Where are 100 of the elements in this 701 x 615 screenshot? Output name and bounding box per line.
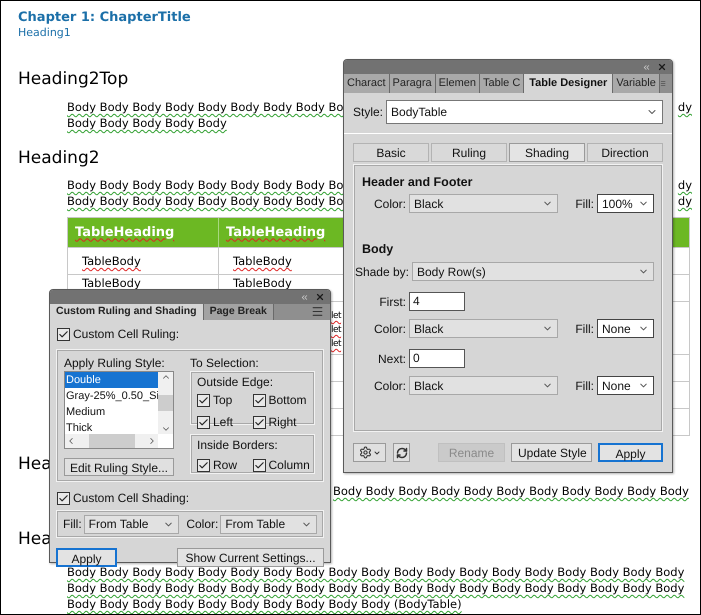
edge-checkbox[interactable]: Bottom: [252, 391, 308, 409]
fill-dropdown[interactable]: 100%: [597, 194, 654, 213]
table-header-cell: TableHeading: [68, 218, 219, 247]
panel-tab[interactable]: Table Designer: [524, 74, 614, 93]
number-field[interactable]: 4: [409, 292, 465, 311]
ruling-style-list[interactable]: Double Gray-25%_0.50_Si Medium Thick: [64, 371, 174, 449]
table-cell-text: TableBody: [233, 253, 293, 269]
field-label: Fill:: [575, 320, 594, 338]
border-checkbox[interactable]: Row: [197, 456, 252, 474]
section-title: Header and Footer: [362, 175, 472, 189]
number-field[interactable]: 0: [409, 349, 465, 368]
panel-tab[interactable]: Table C: [480, 74, 524, 93]
table-cell-text: let: [331, 325, 342, 335]
field-label: Color:: [372, 196, 407, 212]
close-icon[interactable]: [657, 62, 667, 72]
heading-one: Heading1: [18, 26, 72, 40]
body-text: Body Body Body Body Body Body Body Body Bo: [67, 99, 344, 115]
panel-button[interactable]: Apply: [598, 443, 663, 462]
custom-cell-ruling-checkbox[interactable]: Custom Cell Ruling:: [57, 325, 323, 343]
table-cell: TableBody: [82, 253, 141, 269]
color-dropdown[interactable]: Black: [409, 319, 558, 338]
color-dropdown[interactable]: From Table: [220, 514, 317, 534]
outside-edge-label: Outside Edge:: [197, 375, 274, 389]
edge-checkbox[interactable]: Left: [197, 413, 252, 431]
ruling-style-label: Apply Ruling Style:: [64, 355, 166, 369]
panel-tab[interactable]: Paragra: [390, 74, 436, 93]
menu-icon[interactable]: [311, 305, 324, 318]
body-text: Body Body Body Body Body Body Body Body Body Body (BodyTable): [67, 596, 462, 612]
panel-tab[interactable]: Variable: [613, 74, 660, 93]
fill-dropdown[interactable]: From Table: [84, 514, 180, 534]
close-icon[interactable]: [315, 292, 325, 302]
checkmark-icon: [198, 416, 209, 428]
field-label: Color:: [186, 516, 218, 533]
checkmark-icon: [58, 328, 69, 340]
section-tab[interactable]: Direction: [587, 143, 663, 162]
field-label: First:: [378, 294, 407, 310]
gear-icon: [358, 446, 372, 459]
body-text: Body Body Body Body Body Body Body Body Body Body Body Body Body Body Body Body Body Body Body: [67, 565, 684, 580]
to-selection-label: To Selection:: [190, 355, 260, 369]
panel-tab[interactable]: Charact: [344, 74, 390, 93]
checkmark-icon: [198, 460, 209, 470]
edge-checkbox[interactable]: Top: [197, 391, 252, 409]
body-text: Body Body Body Body Body Body Body Body Bo: [67, 193, 344, 209]
caret-icon: [372, 448, 380, 456]
fill-dropdown[interactable]: None: [597, 319, 654, 338]
color-dropdown[interactable]: Black: [409, 376, 558, 395]
section-tab[interactable]: Basic: [353, 143, 429, 162]
body-text: dy: [678, 177, 692, 193]
edge-checkbox[interactable]: Right: [252, 413, 308, 431]
checkmark-icon: [254, 416, 264, 428]
ruling-style-item[interactable]: Medium: [65, 404, 158, 420]
table-cell-text: let: [331, 339, 342, 349]
ruling-style-item[interactable]: Thick: [65, 420, 158, 434]
body-text: Body Body Body Body Body: [67, 115, 227, 131]
panel-button[interactable]: Update Style: [511, 443, 592, 462]
collapse-icon[interactable]: [300, 292, 309, 302]
border-checkbox[interactable]: Column: [252, 456, 308, 474]
inside-borders-label: Inside Borders:: [197, 438, 279, 452]
panel-button[interactable]: Apply: [56, 548, 117, 567]
checkmark-icon: [254, 460, 264, 470]
ruling-style-item[interactable]: Gray-25%_0.50_Si: [65, 388, 158, 404]
panel-tab[interactable]: Elemen: [436, 74, 480, 93]
edit-ruling-style-button[interactable]: Edit Ruling Style...: [64, 458, 174, 476]
checkmark-icon: [254, 394, 264, 406]
body-text: Body Body Body Body Body Body Body Body Body Body Body Body Body Body Body Body Body Body Body: [67, 580, 684, 596]
checkmark-icon: [198, 394, 209, 406]
field-label: Fill:: [575, 378, 594, 394]
section-tab[interactable]: Ruling: [431, 143, 507, 162]
panel-button[interactable]: Show Current Settings...: [177, 548, 324, 567]
field-label: Shade by:: [354, 264, 410, 280]
field-label: Next:: [376, 350, 407, 368]
refresh-icon: [396, 446, 408, 458]
table-cell-text: let: [331, 311, 342, 321]
field-label: Fill:: [575, 196, 594, 212]
collapse-icon[interactable]: [642, 62, 651, 72]
checkmark-icon: [58, 492, 69, 504]
table-cell-text: TableBody: [233, 275, 293, 291]
shade-by-dropdown[interactable]: Body Row(s): [412, 262, 654, 281]
color-dropdown[interactable]: Black: [409, 194, 558, 213]
panel-tab[interactable]: Page Break: [204, 304, 274, 320]
panel-tab[interactable]: Custom Ruling and Shading: [50, 304, 204, 320]
table-cell: TableBody: [82, 275, 141, 291]
vertical-scrollbar[interactable]: [158, 372, 173, 434]
section-heading: Heading2: [18, 148, 100, 168]
ruling-style-item[interactable]: Double: [65, 372, 158, 388]
settings-menu-button[interactable]: [353, 443, 386, 462]
field-label: Color:: [372, 378, 407, 394]
field-label: Fill:: [63, 516, 82, 533]
field-label: Color:: [372, 320, 407, 338]
refresh-button[interactable]: [393, 443, 410, 462]
chapter-title: Chapter 1: ChapterTitle: [18, 10, 192, 26]
body-text: Body Body Body Body Body Body Body Body Bo: [67, 177, 344, 193]
horizontal-scrollbar[interactable]: [65, 434, 158, 448]
fill-dropdown[interactable]: None: [597, 376, 654, 395]
style-dropdown[interactable]: BodyTable: [386, 100, 663, 124]
style-label: Style:: [353, 104, 384, 121]
table-header-cell-text: TableHeading: [225, 224, 326, 242]
custom-cell-shading-checkbox[interactable]: Custom Cell Shading:: [57, 489, 323, 507]
body-text: dy: [678, 99, 692, 115]
section-tab[interactable]: Shading: [509, 143, 585, 162]
